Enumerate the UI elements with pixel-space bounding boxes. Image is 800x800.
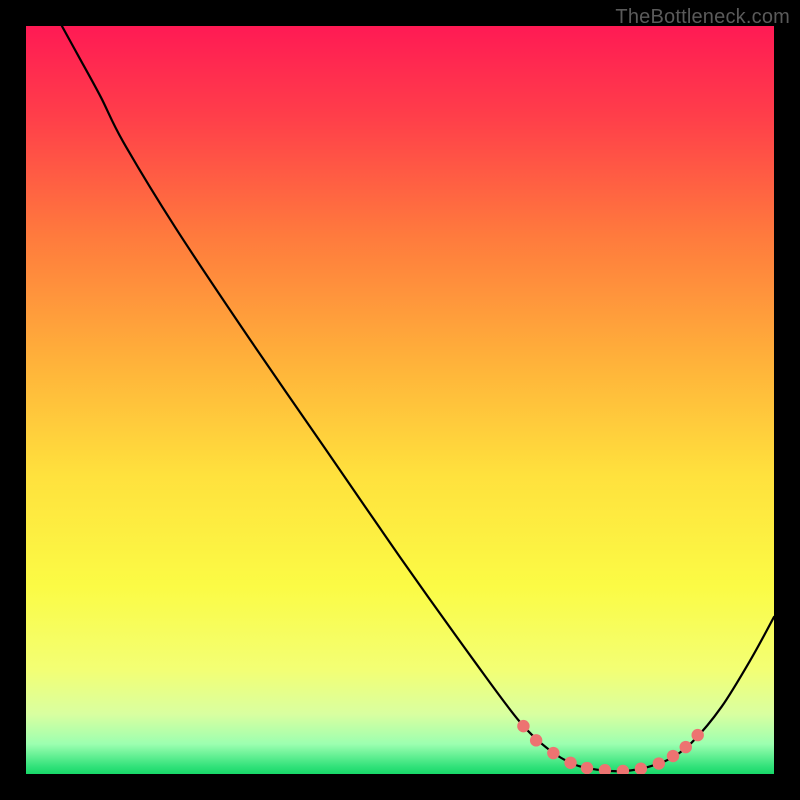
marker-dot xyxy=(692,729,704,741)
marker-dot xyxy=(564,757,576,769)
gradient-background xyxy=(26,26,774,774)
chart-stage: TheBottleneck.com xyxy=(0,0,800,800)
marker-dot xyxy=(530,734,542,746)
plot-area xyxy=(26,26,774,774)
marker-dot xyxy=(667,750,679,762)
marker-dot xyxy=(653,757,665,769)
marker-dot xyxy=(517,720,529,732)
marker-dot xyxy=(581,762,593,774)
marker-dot xyxy=(547,747,559,759)
plot-svg xyxy=(26,26,774,774)
watermark-text: TheBottleneck.com xyxy=(615,6,790,29)
marker-dot xyxy=(680,741,692,753)
